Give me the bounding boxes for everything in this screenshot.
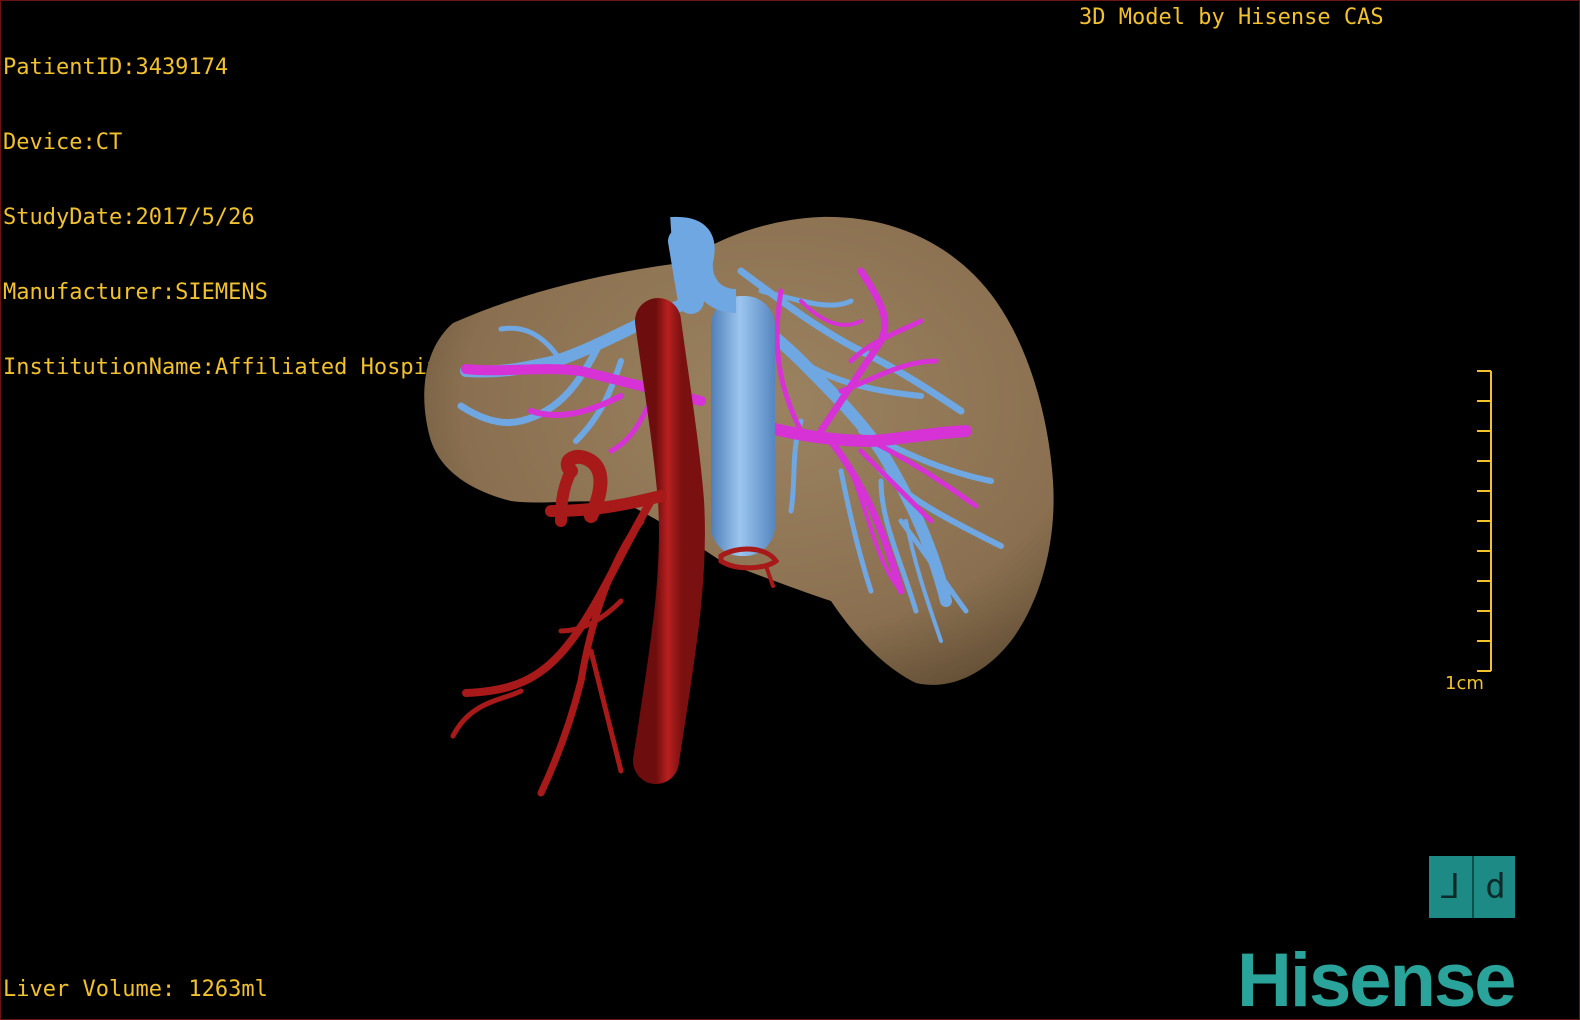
scale-bar <box>1477 370 1492 672</box>
inferior-vena-cava <box>711 296 775 556</box>
orientation-left-icon: ⅃ <box>1441 867 1460 907</box>
liver-volume-text: Liver Volume: 1263ml <box>3 977 268 1002</box>
scale-label: 1cm <box>1445 673 1484 694</box>
orientation-right-icon: d <box>1485 867 1506 907</box>
hisense-logo: Hisense <box>1237 938 1516 1020</box>
liver-3d-model[interactable] <box>1 1 1579 1019</box>
orientation-toggle-button[interactable]: ⅃ d <box>1429 856 1515 918</box>
3d-viewport[interactable]: PatientID:3439174 Device:CT StudyDate:20… <box>0 0 1580 1020</box>
